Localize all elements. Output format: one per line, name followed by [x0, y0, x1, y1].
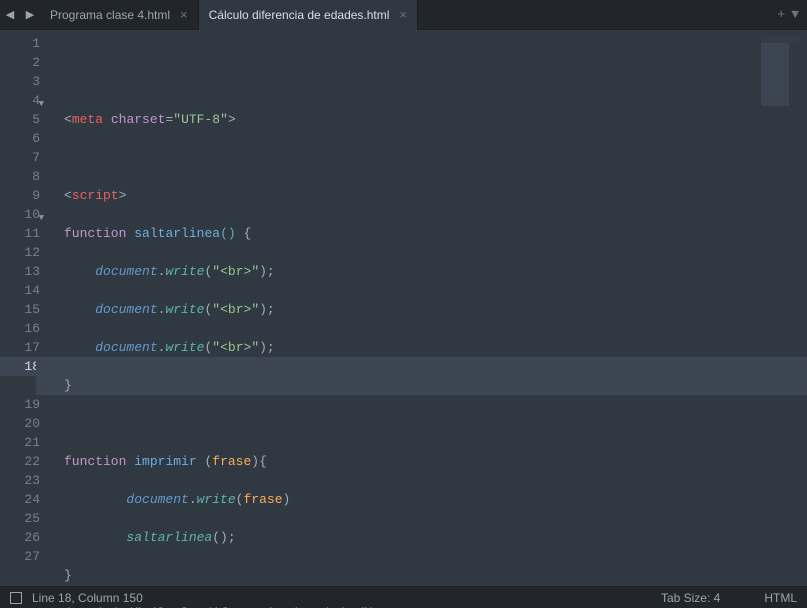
line-number: 2	[0, 53, 40, 72]
str-br: <br>	[220, 340, 251, 355]
line-number: 17	[0, 338, 40, 357]
tab-bar: ◀ ▶ Programa clase 4.html × Cálculo dife…	[0, 0, 807, 30]
tab-label: Programa clase 4.html	[50, 8, 170, 22]
tabs-menu-icon[interactable]: ▼	[791, 7, 799, 22]
str-br: <br>	[220, 302, 251, 317]
line-number: 13	[0, 262, 40, 281]
line-number: 22	[0, 452, 40, 471]
line-number: 21	[0, 433, 40, 452]
line-number: 10▼	[0, 205, 40, 224]
str-br: <br>	[220, 264, 251, 279]
param-frase: frase	[212, 454, 251, 469]
line-number-wrap	[0, 376, 40, 395]
line-number: 3	[0, 72, 40, 91]
line-number: 25	[0, 509, 40, 528]
line-number: 16	[0, 319, 40, 338]
line-number: 12	[0, 243, 40, 262]
fn-imprimir: imprimir	[134, 454, 196, 469]
new-tab-icon[interactable]: +	[777, 7, 785, 22]
line-number: 23	[0, 471, 40, 490]
call-saltarlinea: saltarlinea	[126, 530, 212, 545]
line-number: 24	[0, 490, 40, 509]
line-number: 8	[0, 167, 40, 186]
tab-calculo-diferencia[interactable]: Cálculo diferencia de edades.html ×	[199, 0, 418, 30]
tabs-actions: + ▼	[777, 7, 807, 22]
line-number: 1	[0, 34, 40, 53]
line-number: 26	[0, 528, 40, 547]
meta-charset: UTF-8	[181, 112, 220, 127]
line-number: 4▼	[0, 91, 40, 110]
line-number: 5	[0, 110, 40, 129]
tabs-next-icon[interactable]: ▶	[20, 0, 40, 30]
line-number: 14	[0, 281, 40, 300]
line-number: 18	[0, 357, 40, 376]
tab-programa-clase-4[interactable]: Programa clase 4.html ×	[40, 0, 199, 30]
arg-frase: frase	[243, 492, 282, 507]
fn-saltarlinea: saltarlinea	[134, 226, 220, 241]
panel-toggle-icon[interactable]	[10, 592, 22, 604]
tabs-prev-icon[interactable]: ◀	[0, 0, 20, 30]
close-icon[interactable]: ×	[399, 7, 407, 22]
line-number: 27	[0, 547, 40, 566]
tab-label: Cálculo diferencia de edades.html	[209, 8, 390, 22]
line-number: 9	[0, 186, 40, 205]
line-number-gutter: 1234▼5678910▼111213141516171819202122232…	[0, 30, 50, 586]
editor: 1234▼5678910▼111213141516171819202122232…	[0, 30, 807, 586]
line-number: 19	[0, 395, 40, 414]
code-area[interactable]: <meta charset="UTF-8"> <script> function…	[50, 30, 807, 586]
close-icon[interactable]: ×	[180, 7, 188, 22]
line-number: 15	[0, 300, 40, 319]
line-number: 20	[0, 414, 40, 433]
line-number: 6	[0, 129, 40, 148]
line-number: 11	[0, 224, 40, 243]
line-number: 7	[0, 148, 40, 167]
